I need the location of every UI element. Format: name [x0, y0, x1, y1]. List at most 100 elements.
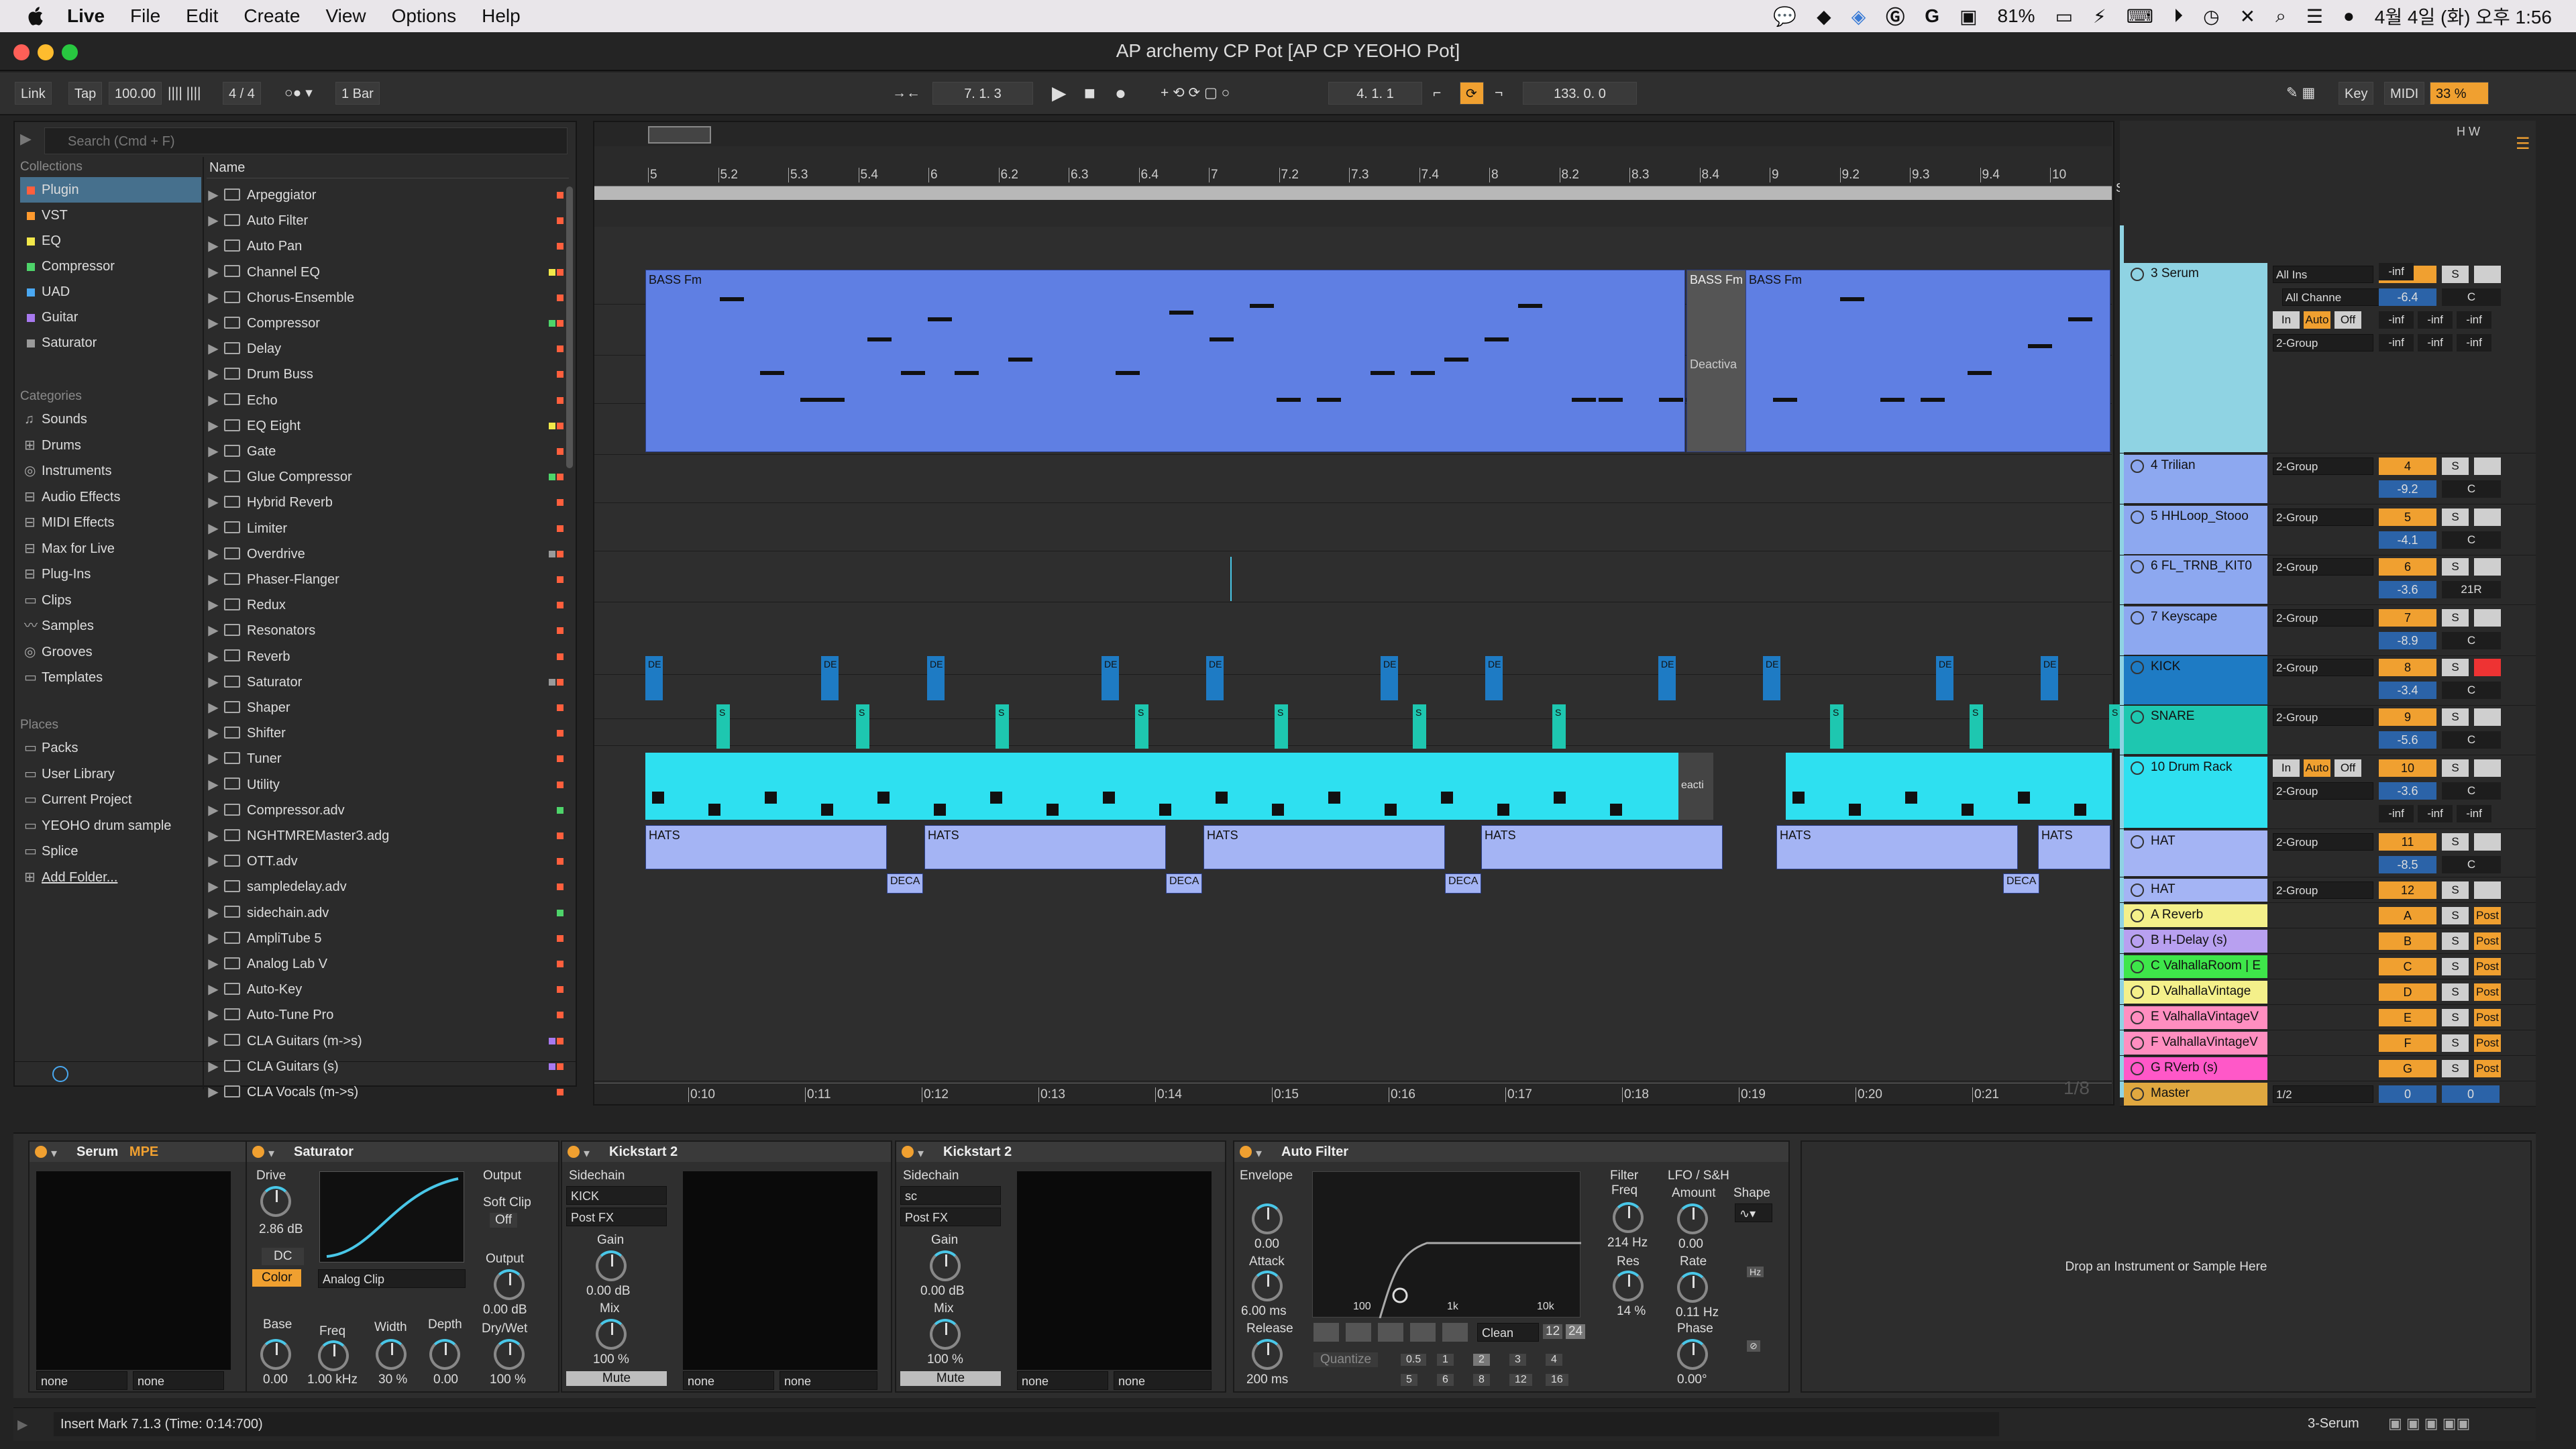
menu-edit[interactable]: Edit	[186, 5, 218, 27]
kickstart-2-gain-knob[interactable]	[930, 1250, 961, 1281]
device-on-toggle-icon[interactable]	[35, 1146, 47, 1158]
filter-response-display[interactable]: 100 1k 10k	[1312, 1171, 1581, 1319]
lowpass-icon[interactable]	[1313, 1323, 1339, 1342]
fold-arrow-icon[interactable]: ▾	[918, 1143, 924, 1163]
file-row[interactable]: ▶ Arpeggiator	[207, 182, 569, 208]
highpass-icon[interactable]	[1346, 1323, 1371, 1342]
g-circle-icon[interactable]: Ⓖ	[1886, 3, 1904, 30]
fold-toggle-icon[interactable]	[2131, 611, 2144, 625]
file-row[interactable]: ▶ sampledelay.adv	[207, 874, 569, 900]
arm-button[interactable]	[2474, 708, 2501, 726]
expand-arrow-icon[interactable]: ▶	[207, 541, 220, 567]
dry-wet-knob[interactable]	[494, 1339, 525, 1370]
monitor-auto-button[interactable]: Auto	[2304, 759, 2330, 777]
kickstart-1-source-select[interactable]: KICK	[566, 1186, 667, 1205]
expand-arrow-icon[interactable]: ▶	[207, 311, 220, 336]
kickstart-1-mute-button[interactable]: Mute	[566, 1371, 667, 1386]
send-inf-field[interactable]: -inf	[2379, 805, 2414, 822]
track-activator[interactable]: 8	[2379, 659, 2436, 676]
bolt-icon[interactable]: ⚡	[2093, 5, 2106, 28]
return-track[interactable]: D ValhallaVintage D S Post	[2120, 979, 2536, 1005]
time-ruler[interactable]: 0:10 0:11 0:12 0:13 0:14 0:15 0:16 0:17 0:18 0:19…	[594, 1083, 2112, 1104]
punch-in-icon[interactable]: ⌐	[1433, 82, 1441, 105]
device-on-toggle-icon[interactable]	[1240, 1146, 1252, 1158]
output-knob[interactable]	[494, 1269, 525, 1300]
expand-arrow-icon[interactable]: ▶	[207, 746, 220, 771]
category-plug-ins[interactable]: ⊟ Plug-Ins	[20, 561, 201, 587]
bass-clip-deactivated[interactable]: BASS Fm Deactiva	[1686, 270, 1747, 452]
mixer-track[interactable]: 5 HHLoop_Stooo 2-Group 5 S -4.1 C	[2120, 506, 2536, 555]
category-samples[interactable]: 〰 Samples	[20, 613, 201, 639]
track-name-header[interactable]: HAT	[2124, 830, 2267, 876]
file-row[interactable]: ▶ CLA Guitars (m->s)	[207, 1028, 569, 1054]
lfo-link-icon[interactable]: ⊘	[1747, 1340, 1760, 1352]
fold-toggle-icon[interactable]	[2131, 883, 2144, 897]
return-activator[interactable]: G	[2379, 1060, 2436, 1077]
menu-view[interactable]: View	[325, 5, 366, 27]
output-select[interactable]: 2-Group	[2273, 881, 2373, 899]
quantize-option[interactable]: 3	[1509, 1354, 1526, 1366]
time-signature-field[interactable]: 4 / 4	[223, 82, 261, 105]
track-lane[interactable]	[594, 551, 2112, 602]
file-row[interactable]: ▶ Resonators	[207, 618, 569, 643]
category-max-for-live[interactable]: ⊟ Max for Live	[20, 536, 201, 561]
monitor-off-button[interactable]: Off	[2334, 311, 2361, 329]
track-lane[interactable]	[594, 719, 2112, 746]
kick-clip[interactable]: DE	[1936, 656, 1953, 700]
drum-rack-clip-2[interactable]	[1786, 753, 2112, 820]
hats-clip[interactable]: HATS	[1481, 825, 1723, 869]
return-solo-button[interactable]: S	[2442, 1009, 2469, 1026]
return-track[interactable]: C ValhallaRoom | E C S Post	[2120, 954, 2536, 979]
send-inf-field[interactable]: -inf	[2379, 311, 2414, 329]
metronome-icon[interactable]: ○● ▾	[284, 82, 313, 105]
output-select[interactable]: 2-Group	[2273, 782, 2373, 800]
snare-clip[interactable]: S	[1830, 704, 1843, 749]
return-post-button[interactable]: Post	[2474, 1060, 2501, 1077]
expand-arrow-icon[interactable]: ▶	[207, 233, 220, 259]
lfo-shape-select[interactable]: ∿▾	[1735, 1203, 1772, 1222]
search-input[interactable]: Search (Cmd + F)	[44, 127, 568, 154]
keyboard-icon[interactable]: ⌨	[2127, 5, 2153, 28]
solo-button[interactable]: S	[2442, 659, 2469, 676]
bass-clip[interactable]: BASS Fm	[645, 270, 1710, 452]
expand-arrow-icon[interactable]: ▶	[207, 1079, 220, 1105]
fold-toggle-icon[interactable]	[2131, 268, 2144, 281]
grammarly-icon[interactable]: G	[1925, 5, 1939, 27]
browser-divider[interactable]	[203, 157, 204, 1089]
return-solo-button[interactable]: S	[2442, 983, 2469, 1001]
collection-compressor[interactable]: Compressor	[20, 254, 201, 279]
drum-rack-clip[interactable]	[645, 753, 1678, 820]
track-activator[interactable]: 7	[2379, 609, 2436, 627]
play-icon[interactable]	[2131, 960, 2144, 973]
fold-toggle-icon[interactable]	[2131, 761, 2144, 775]
track-activator[interactable]: 10	[2379, 759, 2436, 777]
mixer-track[interactable]: 3 Serum All Ins All Channe In Auto Off 2-Group…	[2120, 263, 2536, 453]
send-inf-field[interactable]: -inf	[2457, 805, 2491, 822]
mixer-track[interactable]: 6 FL_TRNB_KIT0 2-Group 6 S -3.6 21R	[2120, 555, 2536, 605]
attack-knob[interactable]	[1252, 1271, 1283, 1301]
output-select[interactable]: 2-Group	[2273, 458, 2373, 475]
quantize-button[interactable]: Quantize	[1313, 1352, 1379, 1367]
file-row[interactable]: ▶ AmpliTube 5	[207, 926, 569, 951]
play-icon[interactable]: ▶	[1052, 82, 1067, 105]
file-row[interactable]: ▶ Tuner	[207, 746, 569, 771]
play-icon[interactable]	[2131, 909, 2144, 922]
deca-clip[interactable]: DECA	[2003, 873, 2039, 894]
play-icon[interactable]	[2131, 1087, 2144, 1101]
file-row[interactable]: ▶ Overdrive	[207, 541, 569, 567]
solo-button[interactable]: S	[2442, 881, 2469, 899]
fold-arrow-icon[interactable]: ▾	[1256, 1143, 1262, 1163]
lfo-rate-knob[interactable]	[1677, 1272, 1708, 1303]
pan-field[interactable]: C	[2442, 731, 2501, 749]
snare-clip[interactable]: S	[1970, 704, 1983, 749]
expand-arrow-icon[interactable]: ▶	[207, 260, 220, 285]
kickstart-1-macro-select-1[interactable]: none	[683, 1371, 774, 1390]
monitor-auto-button[interactable]: Auto	[2304, 311, 2330, 329]
play-icon[interactable]	[2131, 985, 2144, 999]
arm-button[interactable]	[2474, 659, 2501, 676]
volume-field[interactable]: -5.6	[2379, 731, 2436, 749]
track-activator[interactable]: 12	[2379, 881, 2436, 899]
track-name-header[interactable]: 6 FL_TRNB_KIT0	[2124, 555, 2267, 604]
scrub-area[interactable]	[594, 186, 2112, 200]
track-name-header[interactable]: 10 Drum Rack	[2124, 757, 2267, 828]
